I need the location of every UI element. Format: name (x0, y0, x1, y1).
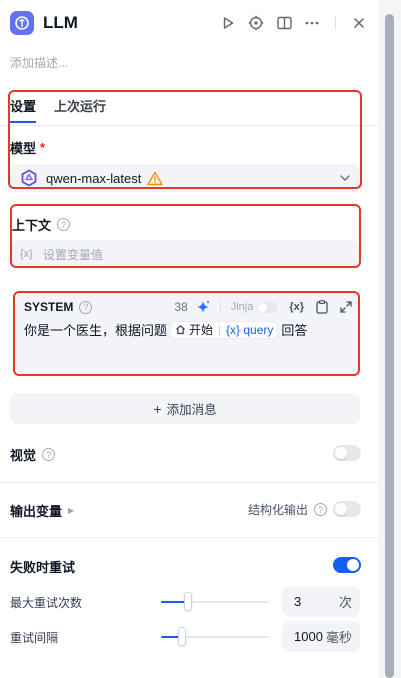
structured-output-label: 结构化输出 ? (248, 501, 328, 518)
retry-label-text: 失败时重试 (10, 560, 76, 575)
more-icon[interactable] (303, 14, 321, 32)
run-icon[interactable] (219, 14, 237, 32)
vision-label-text: 视觉 (10, 448, 37, 463)
llm-node-panel: LLM 添加描述... 设置 上次运行 模型 * qwen-max-latest… (0, 0, 378, 678)
retry-interval-label: 重试间隔 (10, 631, 59, 645)
panel-header: LLM (10, 10, 368, 36)
tab-last-run[interactable]: 上次运行 (54, 96, 106, 115)
locate-icon[interactable] (247, 14, 265, 32)
variable-icon: {x} (20, 248, 33, 260)
model-label: 模型 * (10, 138, 45, 157)
jinja-toggle[interactable] (257, 301, 278, 313)
close-icon[interactable] (350, 14, 368, 32)
context-label-text: 上下文 (12, 218, 52, 233)
structured-output-toggle[interactable] (333, 501, 361, 517)
context-label: 上下文 ? (12, 215, 71, 234)
retry-toggle[interactable] (333, 557, 361, 573)
retry-interval-slider[interactable] (161, 627, 269, 646)
required-mark: * (40, 140, 46, 155)
max-retries-value: 3 (294, 594, 302, 609)
retry-interval-unit: 毫秒 (325, 630, 352, 645)
max-retries-slider[interactable] (161, 592, 269, 611)
section-divider (0, 537, 378, 538)
help-icon[interactable]: ? (314, 503, 328, 516)
add-message-button[interactable]: + 添加消息 (10, 393, 360, 424)
expand-icon[interactable] (340, 301, 352, 313)
prompt-text-after: 回答 (281, 323, 308, 338)
max-retries-input[interactable]: 3 次 (282, 586, 360, 617)
scrollbar[interactable] (378, 0, 401, 678)
output-vars-label[interactable]: 输出变量 ▶ (10, 501, 74, 520)
insert-variable-icon[interactable]: {x} (289, 301, 304, 313)
warning-icon (147, 171, 164, 186)
context-variable-input[interactable]: {x} 设置变量值 (10, 240, 360, 268)
chip-node-name: 开始 (189, 323, 214, 337)
vision-label: 视觉 ? (10, 445, 56, 464)
output-vars-label-text: 输出变量 (10, 504, 63, 519)
slider-handle[interactable] (184, 592, 192, 611)
header-divider (335, 16, 336, 30)
qwen-logo-icon (20, 169, 38, 187)
prompt-text-before: 你是一个医生，根据问题 (24, 323, 168, 338)
llm-node-icon (10, 11, 34, 35)
chevron-down-icon (340, 175, 350, 181)
system-prompt-title: SYSTEM (24, 300, 74, 314)
clipboard-icon[interactable] (316, 300, 328, 314)
retry-interval-value: 1000 (294, 629, 323, 644)
model-label-text: 模型 (10, 141, 37, 156)
model-select[interactable]: qwen-max-latest (10, 164, 360, 192)
toolbar-divider (219, 301, 221, 313)
slider-handle[interactable] (178, 627, 186, 646)
context-placeholder: 设置变量值 (42, 247, 103, 262)
tab-settings[interactable]: 设置 (10, 96, 37, 123)
description-input[interactable]: 添加描述... (10, 54, 68, 71)
section-divider (0, 482, 378, 483)
tab-bar: 设置 上次运行 (0, 92, 378, 126)
max-retries-unit: 次 (338, 595, 352, 610)
jinja-label: Jinja (230, 301, 254, 313)
retry-interval-input[interactable]: 1000 毫秒 (282, 621, 360, 652)
chip-variable-name: {x} query (219, 323, 273, 337)
system-prompt-editor[interactable]: SYSTEM ? 38 Jinja {x} 你是一个医生，根据问题 开始 {x}… (15, 292, 360, 374)
retry-label: 失败时重试 (10, 557, 75, 576)
scrollbar-thumb[interactable] (385, 14, 394, 678)
plus-icon: + (153, 400, 162, 417)
help-icon[interactable]: ? (57, 218, 71, 231)
split-view-icon[interactable] (275, 14, 293, 32)
model-name: qwen-max-latest (46, 170, 142, 186)
variable-chip[interactable]: 开始 {x} query (170, 320, 279, 339)
token-count: 38 (174, 300, 188, 314)
ai-generate-icon[interactable] (196, 300, 210, 314)
help-icon[interactable]: ? (42, 448, 56, 461)
help-icon[interactable]: ? (79, 300, 93, 314)
add-message-label: 添加消息 (166, 403, 217, 417)
structured-output-text: 结构化输出 (248, 503, 309, 517)
node-title[interactable]: LLM (43, 13, 78, 33)
system-prompt-text[interactable]: 你是一个医生，根据问题 开始 {x} query 回答 (24, 320, 352, 339)
caret-right-icon: ▶ (68, 506, 75, 515)
vision-toggle[interactable] (333, 445, 361, 461)
max-retries-label: 最大重试次数 (10, 596, 83, 610)
home-icon (175, 324, 186, 335)
